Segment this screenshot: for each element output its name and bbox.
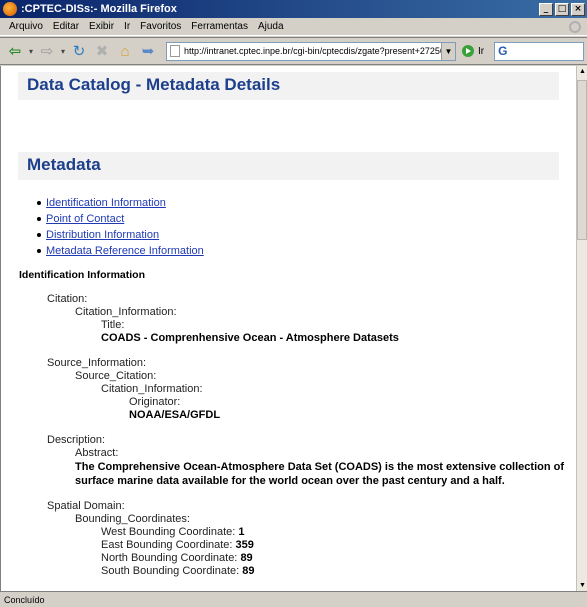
north-coordinate-row: North Bounding Coordinate: 89 (101, 552, 576, 565)
url-dropdown-icon[interactable]: ▼ (441, 42, 455, 60)
toc-item: Distribution Information (37, 229, 576, 241)
page-title: Data Catalog - Metadata Details (18, 72, 559, 100)
url-input[interactable]: http://intranet.cptec.inpe.br/cgi-bin/cp… (184, 46, 441, 56)
bookmark-arrow-icon[interactable]: ➥ (137, 40, 159, 62)
section-title: Identification Information (19, 269, 145, 281)
close-button[interactable]: × (571, 2, 585, 16)
table-of-contents: Identification Information Point of Cont… (37, 197, 576, 257)
abstract-value: The Comprehensive Ocean-Atmosphere Data … (75, 461, 565, 487)
title-value: COADS - Comprenhensive Ocean - Atmospher… (101, 332, 399, 344)
east-coordinate-row: East Bounding Coordinate: 359 (101, 539, 576, 552)
maximize-button[interactable]: □ (555, 2, 569, 16)
go-icon (462, 45, 474, 57)
google-search-icon: G (498, 44, 508, 58)
menu-arquivo[interactable]: Arquivo (4, 21, 48, 32)
originator-label: Originator: (129, 396, 181, 408)
bullet-icon (37, 217, 41, 221)
forward-icon[interactable]: ⇨ (36, 40, 58, 62)
toc-link-identification[interactable]: Identification Information (46, 197, 166, 209)
bullet-icon (37, 201, 41, 205)
toc-item: Identification Information (37, 197, 576, 209)
scroll-up-icon[interactable]: ▲ (577, 66, 587, 77)
menu-favoritos[interactable]: Favoritos (135, 21, 186, 32)
status-bar: Concluído (0, 591, 587, 607)
go-label: Ir (478, 45, 485, 57)
east-value: 359 (235, 539, 254, 551)
toc-item: Metadata Reference Information (37, 245, 576, 257)
status-text: Concluído (4, 594, 45, 605)
search-input[interactable]: G (494, 41, 585, 61)
address-bar[interactable]: http://intranet.cptec.inpe.br/cgi-bin/cp… (166, 41, 456, 61)
scroll-down-icon[interactable]: ▼ (577, 580, 587, 591)
source-info-label: Source_Information: (47, 357, 147, 369)
bullet-icon (37, 233, 41, 237)
source-citation-info-label: Citation_Information: (101, 383, 203, 395)
page-icon (170, 45, 180, 57)
title-label: Title: (101, 319, 125, 331)
menu-editar[interactable]: Editar (48, 21, 84, 32)
citation-info-label: Citation_Information: (75, 306, 177, 318)
abstract-label: Abstract: (75, 447, 119, 459)
back-dropdown-icon[interactable]: ▾ (27, 40, 35, 62)
stop-icon[interactable]: ✖ (91, 40, 113, 62)
spatial-domain-label: Spatial Domain: (47, 500, 125, 512)
south-value: 89 (242, 565, 255, 577)
scroll-thumb[interactable] (577, 80, 587, 240)
menu-ferramentas[interactable]: Ferramentas (186, 21, 253, 32)
home-icon[interactable]: ⌂ (114, 40, 136, 62)
menu-bar: Arquivo Editar Exibir Ir Favoritos Ferra… (0, 18, 587, 36)
window-controls: _ □ × (537, 2, 585, 16)
page-content[interactable]: Data Catalog - Metadata Details Metadata… (0, 66, 576, 591)
go-button[interactable]: Ir (462, 45, 484, 57)
east-label: East Bounding Coordinate: (101, 539, 233, 551)
toc-link-metadata-reference[interactable]: Metadata Reference Information (46, 245, 204, 257)
menu-ajuda[interactable]: Ajuda (253, 21, 289, 32)
west-label: West Bounding Coordinate: (101, 526, 236, 538)
south-label: South Bounding Coordinate: (101, 565, 240, 577)
toc-item: Point of Contact (37, 213, 576, 225)
menu-exibir[interactable]: Exibir (84, 21, 119, 32)
north-label: North Bounding Coordinate: (101, 552, 238, 564)
south-coordinate-row: South Bounding Coordinate: 89 (101, 565, 576, 578)
north-value: 89 (240, 552, 253, 564)
west-value: 1 (238, 526, 245, 538)
reload-icon[interactable]: ↻ (68, 40, 90, 62)
menu-ir[interactable]: Ir (119, 21, 135, 32)
toc-link-point-of-contact[interactable]: Point of Contact (46, 213, 124, 225)
bullet-icon (37, 249, 41, 253)
bounding-coordinates-label: Bounding_Coordinates: (75, 513, 190, 525)
citation-label: Citation: (47, 293, 88, 305)
metadata-heading: Metadata (18, 152, 559, 180)
originator-value: NOAA/ESA/GFDL (129, 409, 221, 421)
navigation-toolbar: ⇦ ▾ ⇨ ▾ ↻ ✖ ⌂ ➥ http://intranet.cptec.in… (0, 37, 587, 65)
vertical-scrollbar[interactable]: ▲ ▼ (576, 66, 587, 591)
description-label: Description: (47, 434, 106, 446)
toc-link-distribution[interactable]: Distribution Information (46, 229, 159, 241)
source-citation-label: Source_Citation: (75, 370, 157, 382)
forward-dropdown-icon[interactable]: ▾ (59, 40, 67, 62)
firefox-icon (3, 2, 17, 16)
title-bar: :CPTEC-DISs:- Mozilla Firefox _ □ × (0, 0, 587, 18)
minimize-button[interactable]: _ (539, 2, 553, 16)
window-title: :CPTEC-DISs:- Mozilla Firefox (21, 3, 177, 15)
west-coordinate-row: West Bounding Coordinate: 1 (101, 526, 576, 539)
throbber-icon (569, 20, 581, 33)
back-icon[interactable]: ⇦ (4, 40, 26, 62)
